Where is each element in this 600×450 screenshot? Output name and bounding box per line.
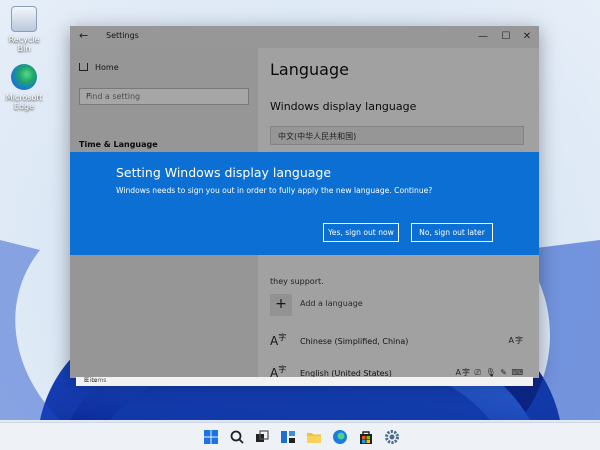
file-explorer-icon[interactable]: [306, 429, 322, 445]
taskbar: [0, 422, 600, 450]
dialog-message: Windows needs to sign you out in order t…: [116, 186, 433, 195]
search-icon[interactable]: [229, 429, 245, 445]
task-view-icon[interactable]: [254, 429, 270, 445]
desktop-icon-edge[interactable]: Microsoft Edge: [2, 64, 46, 111]
dialog-title: Setting Windows display language: [116, 165, 332, 180]
desktop-icon-label: Microsoft Edge: [5, 93, 43, 111]
store-icon[interactable]: [358, 429, 374, 445]
recycle-bin-icon: [11, 6, 37, 32]
edge-icon[interactable]: [332, 429, 348, 445]
desktop-icon-recycle-bin[interactable]: Recycle Bin: [2, 6, 46, 53]
edge-icon: [11, 64, 37, 90]
settings-icon[interactable]: [384, 429, 400, 445]
desktop-icon-label: Recycle Bin: [8, 35, 40, 53]
explorer-status-bar: 8 items ☷ ▭: [76, 377, 533, 386]
widgets-icon[interactable]: [280, 429, 296, 445]
sign-out-now-button[interactable]: Yes, sign out now: [323, 223, 399, 242]
view-toggle-icons[interactable]: ☷ ▭: [84, 377, 529, 384]
confirm-dialog: Setting Windows display language Windows…: [70, 152, 539, 255]
start-icon[interactable]: [203, 429, 219, 445]
sign-out-later-button[interactable]: No, sign out later: [411, 223, 493, 242]
